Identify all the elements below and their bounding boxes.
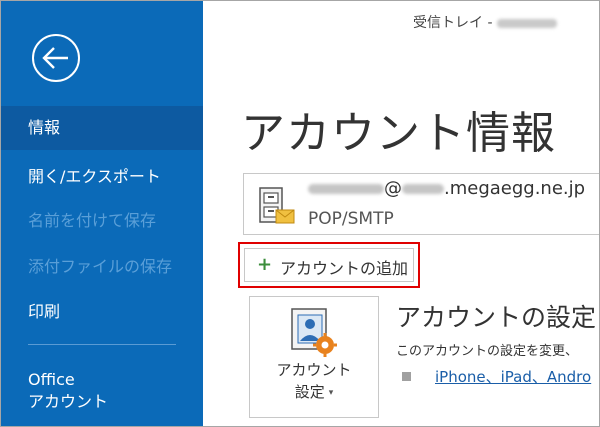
page-title: アカウント情報 — [241, 108, 556, 159]
account-type: POP/SMTP — [308, 209, 394, 229]
account-settings-label-line1: アカウント — [276, 361, 352, 379]
bullet-icon — [402, 372, 411, 381]
redacted-email-host — [402, 184, 444, 194]
backstage-sidebar: 情報 開く/エクスポート 名前を付けて保存 添付ファイルの保存 印刷 Offic… — [1, 1, 203, 426]
account-settings-button[interactable]: アカウント 設定 ▾ — [249, 296, 379, 418]
email-at: @ — [384, 178, 402, 199]
sidebar-item-print[interactable]: 印刷 — [1, 301, 203, 323]
window-title: 受信トレイ - — [413, 12, 557, 32]
office-account-label-line1: Office — [28, 370, 75, 389]
add-account-highlight: + アカウントの追加 — [238, 242, 420, 288]
mobile-setup-link[interactable]: iPhone、iPad、Andro — [435, 366, 591, 387]
account-settings-description: このアカウントの設定を変更、 — [396, 344, 579, 359]
office-account-label-line2: アカウント — [28, 392, 109, 411]
sidebar-item-open-export[interactable]: 開く/エクスポート — [1, 166, 203, 188]
sidebar-item-info[interactable]: 情報 — [1, 106, 203, 150]
chevron-down-icon: ▾ — [328, 387, 334, 398]
account-settings-heading: アカウントの設定 — [396, 303, 597, 332]
add-account-label: アカウントの追加 — [280, 259, 409, 278]
sidebar-divider — [28, 344, 176, 345]
window-title-text: 受信トレイ - — [413, 15, 493, 31]
sidebar-item-save-as: 名前を付けて保存 — [28, 211, 157, 230]
account-settings-label-text: 設定 — [294, 383, 325, 401]
sidebar-item-save-attachments: 添付ファイルの保存 — [28, 257, 173, 276]
sidebar-item-office-account[interactable]: Office アカウント — [1, 369, 203, 413]
plus-icon: + — [257, 254, 273, 275]
back-button[interactable] — [32, 34, 80, 82]
redacted-email-user — [308, 184, 384, 194]
back-arrow-icon — [42, 47, 68, 69]
account-selector[interactable]: @ .megaegg.ne.jp POP/SMTP — [243, 173, 599, 235]
account-email: @ .megaegg.ne.jp — [308, 178, 585, 199]
redacted-account-name — [496, 18, 557, 28]
account-cabinet-icon — [259, 187, 295, 224]
outlook-backstage: 情報 開く/エクスポート 名前を付けて保存 添付ファイルの保存 印刷 Offic… — [0, 0, 600, 427]
account-settings-label-line2: 設定 ▾ — [250, 381, 378, 402]
add-account-button[interactable]: + アカウントの追加 — [244, 248, 414, 282]
email-domain: .megaegg.ne.jp — [444, 178, 586, 199]
account-settings-icon — [291, 308, 337, 357]
